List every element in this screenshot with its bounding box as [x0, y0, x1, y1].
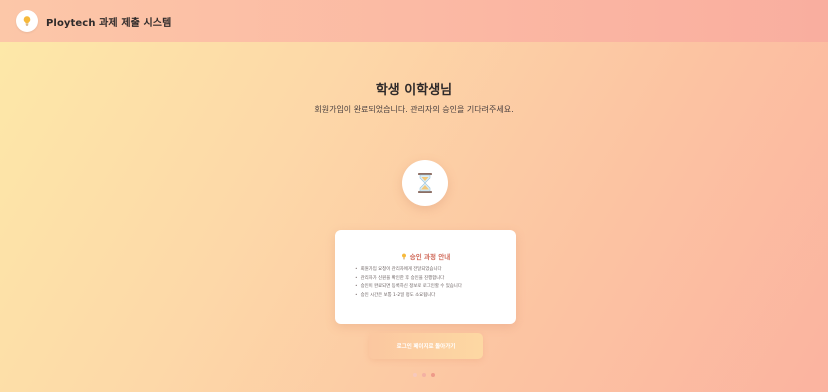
app-header: Ploytech 과제 제출 시스템: [0, 0, 828, 42]
approval-info-card: 승인 과정 안내 회원가입 요청이 관리자에게 전달되었습니다 관리자가 신원을…: [335, 230, 516, 324]
back-to-login-button[interactable]: 로그인 페이지로 돌아가기: [369, 333, 483, 359]
list-item: 회원가입 요청이 관리자에게 전달되었습니다: [355, 266, 462, 275]
list-item: 승인 시간은 보통 1-2일 정도 소요됩니다: [355, 292, 462, 301]
loading-dots: [413, 373, 435, 377]
list-item: 관리자가 신원을 확인한 후 승인을 진행합니다: [355, 275, 462, 284]
app-title: Ploytech 과제 제출 시스템: [46, 17, 172, 29]
page-subtitle: 회원가입이 완료되었습니다. 관리자의 승인을 기다려주세요.: [314, 105, 514, 114]
card-title-text: 승인 과정 안내: [409, 253, 451, 261]
loading-dot: [431, 373, 435, 377]
loading-dot: [413, 373, 417, 377]
status-circle: [402, 160, 448, 206]
lightbulb-icon: [16, 10, 38, 32]
loading-dot: [422, 373, 426, 377]
hourglass-icon: [418, 173, 432, 193]
list-item: 승인이 완료되면 등록하신 정보로 로그인할 수 있습니다: [355, 283, 462, 292]
approval-steps-list: 회원가입 요청이 관리자에게 전달되었습니다 관리자가 신원을 확인한 후 승인…: [355, 266, 462, 300]
page-title: 학생 이학생님: [375, 83, 453, 98]
lightbulb-icon: [401, 253, 406, 259]
card-title: 승인 과정 안내: [335, 251, 516, 261]
